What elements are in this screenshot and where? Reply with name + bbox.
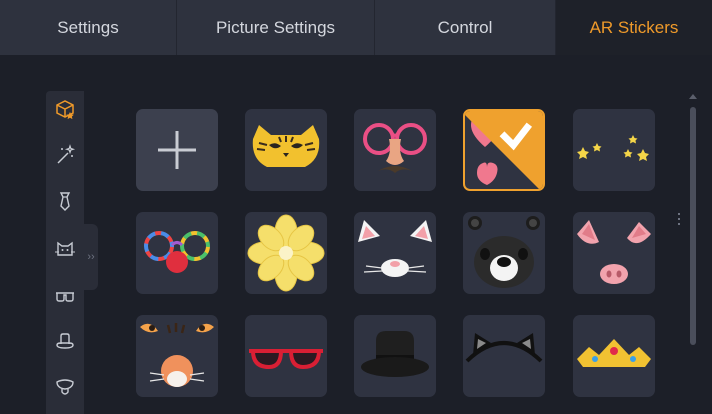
vertical-scrollbar[interactable] [688, 92, 698, 414]
sticker-sparkle-stars[interactable] [573, 109, 655, 191]
pig-ears-nose-icon [577, 220, 651, 284]
sticker-black-fedora[interactable] [354, 315, 436, 397]
sticker-hearts[interactable] [463, 109, 545, 191]
cat-face-icon [55, 241, 75, 256]
sticker-box-icon [56, 100, 74, 120]
sticker-angry-face[interactable] [136, 315, 218, 397]
category-sticker-box[interactable] [46, 91, 84, 127]
category-magic[interactable] [46, 137, 84, 173]
sticker-pig-ears-nose[interactable] [573, 212, 655, 294]
black-fedora-icon [361, 331, 429, 377]
double-chevron-right-icon: ›› [87, 251, 95, 263]
sticker-panda-face[interactable] [463, 212, 545, 294]
necktie-icon [59, 192, 71, 211]
sticker-yellow-flower[interactable] [245, 212, 327, 294]
tongue-face-icon [56, 379, 74, 395]
category-glasses[interactable] [46, 277, 84, 313]
sticker-add[interactable] [136, 109, 218, 191]
sticker-disguise-glasses[interactable] [354, 109, 436, 191]
sticker-tiger-mask[interactable] [245, 109, 327, 191]
panda-face-icon [468, 216, 540, 288]
hat-icon [56, 333, 74, 349]
sidebar-collapse-button[interactable]: ›› [84, 224, 98, 290]
clown-glasses-nose-icon [144, 231, 210, 273]
sticker-cat-ears-headband[interactable] [463, 315, 545, 397]
category-animal[interactable] [46, 230, 84, 266]
gold-crown-icon [577, 339, 651, 367]
disguise-glasses-icon [363, 123, 427, 173]
check-icon [465, 111, 543, 189]
yellow-flower-icon [247, 214, 325, 292]
category-face[interactable] [46, 369, 84, 405]
sparkle-stars-icon [577, 135, 649, 161]
angry-face-icon [140, 323, 214, 387]
tab-ar-stickers[interactable]: AR Stickers [556, 0, 712, 55]
sticker-cat-ears-nose[interactable] [354, 212, 436, 294]
sticker-gold-crown[interactable] [573, 315, 655, 397]
tiger-mask-icon [252, 125, 320, 167]
sticker-clown-glasses-nose[interactable] [136, 212, 218, 294]
cat-ears-nose-icon [358, 220, 432, 277]
category-accessory[interactable] [46, 183, 84, 219]
magic-wand-icon [57, 144, 76, 164]
sticker-red-sunglasses[interactable] [245, 315, 327, 397]
category-hat[interactable] [46, 323, 84, 359]
tab-settings[interactable]: Settings [0, 0, 177, 55]
add-plus-icon [158, 131, 196, 169]
tab-control[interactable]: Control [375, 0, 556, 55]
cat-ears-headband-icon [465, 333, 543, 363]
tab-bar: Settings Picture Settings Control AR Sti… [0, 0, 712, 55]
resize-grip[interactable] [677, 212, 681, 228]
scrollbar-thumb[interactable] [690, 107, 696, 345]
scroll-up-arrow-icon[interactable] [688, 92, 698, 102]
glasses-icon [56, 292, 74, 302]
tab-picture-settings[interactable]: Picture Settings [177, 0, 375, 55]
sticker-category-sidebar [46, 91, 84, 414]
red-sunglasses-icon [249, 349, 323, 370]
